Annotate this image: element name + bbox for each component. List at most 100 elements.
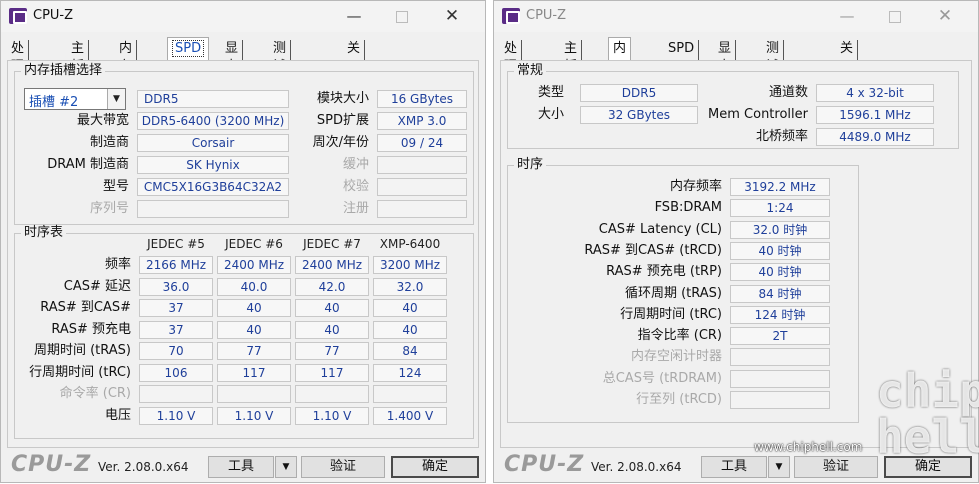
tools-button[interactable]: 工具 [701, 456, 767, 478]
timing-cell: 1.10 V [217, 406, 291, 425]
timing-cell: 2400 MHz [217, 256, 291, 274]
timing-label: RAS# 预充电 (tRP) [606, 264, 722, 280]
tab-graphics[interactable]: 显卡 [714, 40, 737, 74]
minimize-icon[interactable]: — [834, 5, 860, 27]
timing-table-label: 时序表 [21, 225, 67, 241]
tools-dropdown-icon[interactable]: ▼ [275, 456, 297, 478]
timing-cell: 1.10 V [139, 406, 213, 425]
tab-bench[interactable]: 测试分数 [762, 40, 785, 110]
timing-cell: 42.0 [295, 277, 369, 296]
timing-row-label: RAS# 到CAS# [40, 300, 131, 315]
channels-value: 4 x 32-bit [816, 84, 934, 102]
chiphell-watermark-logo: chip hell [876, 364, 979, 464]
timing-cell: 3200 MHz [373, 256, 447, 274]
timing-label: 行周期时间 (tRC) [620, 306, 722, 322]
tab-about[interactable]: 关于 [343, 40, 366, 74]
version-text: Ver. 2.08.0.x64 [591, 460, 682, 474]
timing-cell: 106 [139, 363, 213, 382]
tools-button[interactable]: 工具 [208, 456, 274, 478]
timing-value [730, 391, 830, 409]
manufacturer-label: 制造商 [89, 135, 129, 150]
timing-cell: 40 [217, 320, 291, 339]
timing-row-label: 频率 [104, 257, 131, 272]
chevron-down-icon[interactable]: ▼ [107, 89, 125, 109]
mem-controller-label: Mem Controller [708, 107, 808, 122]
tab-processor[interactable]: 处理器 [7, 40, 30, 92]
timing-cell [373, 385, 447, 403]
dram-manufacturer-label: DRAM 制造商 [47, 157, 129, 172]
serial-number-value [137, 200, 289, 218]
timing-cell: 84 [373, 342, 447, 360]
timing-cell: 40 [295, 299, 369, 317]
slot-select[interactable]: 插槽 #2 ▼ [24, 88, 126, 110]
slot-group-label: 内存插槽选择 [21, 63, 106, 79]
tab-mainboard[interactable]: 主板 [560, 40, 583, 74]
timing-label: 总CAS号 (tRDRAM) [602, 370, 722, 386]
timing-cell: 40 [217, 299, 291, 317]
timing-label: RAS# 到CAS# (tRCD) [584, 242, 722, 258]
cpuz-app-icon [502, 8, 520, 24]
timing-label: 内存频率 [669, 179, 722, 194]
timing-cell: 2166 MHz [139, 256, 213, 274]
close-icon[interactable]: ✕ [439, 5, 465, 27]
timings-group-label: 时序 [514, 157, 547, 173]
tab-about[interactable]: 关于 [836, 40, 859, 74]
size-label: 大小 [537, 107, 564, 122]
title-bar: CPU-Z — ✕ [494, 1, 978, 32]
ok-button[interactable]: 确定 [391, 456, 479, 478]
validate-button[interactable]: 验证 [794, 456, 878, 478]
timing-cell: 2400 MHz [295, 256, 369, 274]
timing-value: 2T [730, 327, 830, 346]
part-number-label: 型号 [102, 179, 129, 194]
timing-label: 指令比率 (CR) [637, 328, 722, 344]
week-year-value: 09 / 24 [377, 134, 467, 152]
timing-label: CAS# Latency (CL) [598, 221, 722, 237]
timing-header: JEDEC #6 [225, 237, 283, 251]
correction-label: 校验 [342, 179, 369, 194]
timing-value: 84 时钟 [730, 284, 830, 303]
tab-memory[interactable]: 内存 [115, 40, 138, 74]
cpuz-app-icon [9, 8, 27, 24]
timing-header: XMP-6400 [379, 237, 441, 251]
timing-value: 1:24 [730, 199, 830, 218]
tab-spd[interactable]: SPD [167, 37, 210, 61]
close-icon[interactable]: ✕ [932, 5, 958, 27]
serial-number-label: 序列号 [89, 201, 129, 216]
timings-group: 时序 内存频率 3192.2 MHz FSB:DRAM 1:24 CAS# Latenc… [507, 157, 859, 423]
timing-cell [139, 385, 213, 403]
channels-label: 通道数 [768, 85, 808, 100]
memory-type: DDR5 [137, 90, 289, 108]
timing-row-label: RAS# 预充电 [51, 321, 131, 337]
timing-label: 循环周期 (tRAS) [624, 285, 722, 301]
timing-label: 内存空闲计时器 [630, 349, 722, 365]
tab-bench[interactable]: 测试分数 [269, 40, 292, 110]
timing-cell: 117 [217, 363, 291, 382]
timing-row-label: 命令率 (CR) [59, 386, 131, 401]
max-bandwidth-value: DDR5-6400 (3200 MHz) [137, 112, 289, 130]
type-value: DDR5 [580, 84, 698, 102]
max-bandwidth-label: 最大带宽 [76, 113, 129, 128]
watermark-url: www.chiphell.com [754, 440, 863, 454]
timing-cell: 32.0 [373, 277, 447, 296]
maximize-icon[interactable] [882, 5, 908, 27]
timing-header: JEDEC #5 [147, 237, 205, 251]
spd-panel: 内存插槽选择 插槽 #2 ▼ DDR5 最大带宽 DDR5-6400 (3200… [7, 60, 479, 448]
timing-cell: 1.10 V [295, 406, 369, 425]
timing-row-label: 行周期时间 (tRC) [29, 364, 131, 380]
maximize-icon[interactable] [389, 5, 415, 27]
timing-cell: 40.0 [217, 277, 291, 296]
timing-value: 124 时钟 [730, 305, 830, 324]
module-size-label: 模块大小 [316, 91, 369, 106]
window-title: CPU-Z [33, 8, 74, 23]
cpuz-window-spd: CPU-Z — ✕ 处理器 主板 内存 SPD 显卡 测试分数 关于 内存插槽选… [0, 0, 486, 483]
tab-memory[interactable]: 内存 [608, 37, 632, 78]
validate-button[interactable]: 验证 [301, 456, 385, 478]
timing-cell: 37 [139, 320, 213, 339]
tab-processor[interactable]: 处理器 [500, 40, 523, 92]
tools-dropdown-icon[interactable]: ▼ [768, 456, 790, 478]
tab-mainboard[interactable]: 主板 [67, 40, 90, 74]
minimize-icon[interactable]: — [341, 5, 367, 27]
tab-spd[interactable]: SPD [664, 40, 700, 60]
manufacturer-value: Corsair [137, 134, 289, 152]
tab-graphics[interactable]: 显卡 [221, 40, 244, 74]
